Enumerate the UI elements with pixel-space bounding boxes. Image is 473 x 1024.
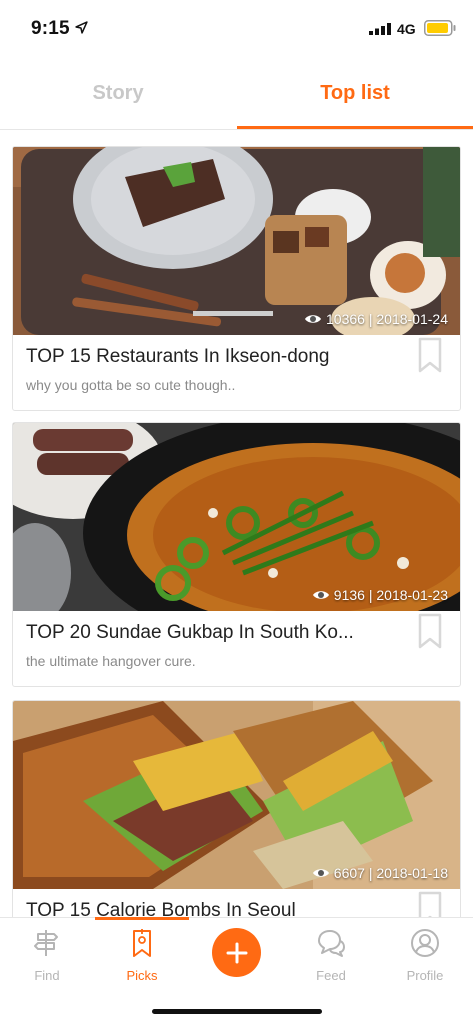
add-button[interactable] bbox=[212, 928, 261, 977]
bookmark-icon[interactable] bbox=[418, 613, 442, 649]
view-count: 9136 bbox=[333, 587, 365, 603]
signpost-icon bbox=[34, 930, 58, 956]
tab-top-list[interactable]: Top list bbox=[237, 58, 473, 128]
network-type: 4G bbox=[397, 21, 416, 37]
person-icon bbox=[411, 929, 439, 957]
tab-bar-divider bbox=[0, 129, 473, 130]
list-card[interactable]: 10366 | 2018-01-24 TOP 15 Restaurants In… bbox=[12, 146, 461, 411]
battery-icon bbox=[424, 20, 456, 36]
nav-label: Picks bbox=[126, 968, 158, 983]
bookmark-icon[interactable] bbox=[418, 337, 442, 373]
nav-label: Profile bbox=[406, 968, 444, 983]
nav-label: Find bbox=[34, 968, 60, 983]
view-count: 6607 bbox=[333, 865, 365, 881]
status-time: 9:15 bbox=[31, 18, 70, 39]
location-arrow-icon bbox=[75, 21, 88, 34]
list-card[interactable]: 9136 | 2018-01-23 TOP 20 Sundae Gukbap I… bbox=[12, 422, 461, 687]
nav-item-profile[interactable]: Profile bbox=[378, 928, 472, 983]
eye-icon bbox=[305, 315, 322, 323]
eye-icon bbox=[312, 591, 329, 599]
nav-item-feed[interactable]: Feed bbox=[284, 928, 378, 983]
bookmark-icon[interactable] bbox=[418, 891, 442, 917]
card-stats: 10366 | 2018-01-24 bbox=[304, 311, 448, 327]
top-list-feed[interactable]: 10366 | 2018-01-24 TOP 15 Restaurants In… bbox=[0, 132, 473, 917]
nav-label: Feed bbox=[316, 968, 346, 983]
plus-icon bbox=[226, 942, 247, 963]
card-subtitle: the ultimate hangover cure. bbox=[26, 653, 196, 669]
bottom-nav: Find Picks Feed Profile bbox=[0, 917, 473, 1024]
status-bar: 9:15 4G bbox=[0, 0, 473, 58]
stats-separator: | bbox=[364, 311, 377, 327]
post-date: 2018-01-24 bbox=[376, 311, 448, 327]
card-stats: 9136 | 2018-01-23 bbox=[312, 587, 448, 603]
home-indicator bbox=[152, 1009, 322, 1014]
card-stats: 6607 | 2018-01-18 bbox=[312, 865, 448, 881]
eye-icon bbox=[312, 869, 329, 877]
card-title[interactable]: TOP 20 Sundae Gukbap In South Ko... bbox=[26, 622, 406, 644]
nav-item-picks[interactable]: Picks bbox=[95, 928, 189, 983]
tab-bar: Story Top list bbox=[0, 58, 473, 132]
signal-icon bbox=[369, 23, 391, 35]
nav-item-find[interactable]: Find bbox=[0, 928, 94, 983]
card-title[interactable]: TOP 15 Calorie Bombs In Seoul bbox=[26, 900, 406, 917]
card-subtitle: why you gotta be so cute though.. bbox=[26, 377, 236, 393]
post-date: 2018-01-18 bbox=[376, 865, 448, 881]
bookmark-icon bbox=[133, 929, 151, 957]
tab-story[interactable]: Story bbox=[0, 58, 236, 128]
nav-active-indicator bbox=[95, 917, 189, 920]
list-card[interactable]: 6607 | 2018-01-18 TOP 15 Calorie Bombs I… bbox=[12, 700, 461, 917]
card-image-dessert-tray: 10366 | 2018-01-24 bbox=[13, 147, 460, 335]
post-date: 2018-01-23 bbox=[376, 587, 448, 603]
view-count: 10366 bbox=[326, 311, 365, 327]
card-image-gukbap: 9136 | 2018-01-23 bbox=[13, 423, 460, 611]
card-title[interactable]: TOP 15 Restaurants In Ikseon-dong bbox=[26, 346, 406, 368]
chat-bubbles-icon bbox=[318, 930, 345, 957]
card-image-sandwich: 6607 | 2018-01-18 bbox=[13, 701, 460, 889]
stats-separator: | bbox=[364, 587, 377, 603]
stats-separator: | bbox=[364, 865, 377, 881]
